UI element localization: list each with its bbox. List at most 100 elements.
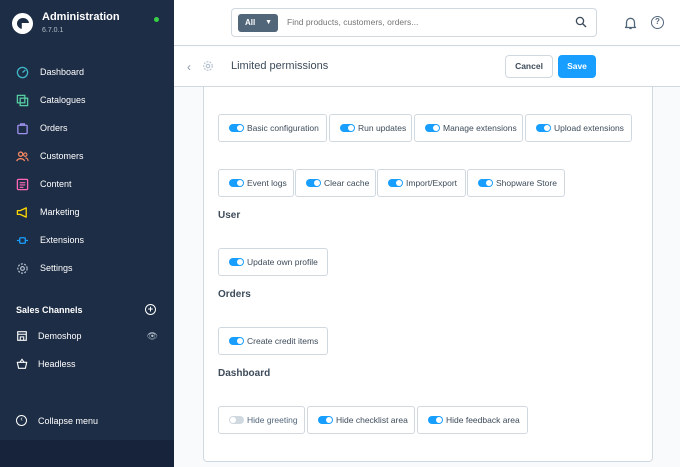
toggle-switch[interactable]	[229, 179, 244, 187]
shopping-bag-icon	[17, 122, 28, 134]
products-icon	[16, 94, 29, 106]
content-icon	[16, 178, 29, 190]
search-input[interactable]	[287, 17, 567, 27]
permission-label: Hide checklist area	[336, 415, 408, 425]
sales-channel-label: Headless	[38, 359, 76, 369]
eye-icon[interactable]: 👁	[147, 331, 158, 342]
app-title: Administration	[42, 11, 120, 23]
sidebar-item-orders[interactable]: Orders	[0, 114, 174, 142]
page-title: Limited permissions	[231, 60, 329, 72]
permission-import-export[interactable]: Import/Export	[377, 169, 466, 197]
toggle-switch[interactable]	[229, 337, 244, 345]
permission-label: Clear cache	[324, 178, 370, 188]
bell-icon[interactable]	[624, 16, 637, 30]
online-status-dot	[154, 17, 159, 22]
permission-hide-greeting[interactable]: Hide greeting	[218, 406, 305, 434]
permission-label: Hide greeting	[247, 415, 298, 425]
permission-label: Import/Export	[406, 178, 458, 188]
toggle-switch[interactable]	[318, 416, 333, 424]
brand: Administration 6.7.0.1	[12, 11, 120, 34]
toggle-switch[interactable]	[425, 124, 440, 132]
permission-event-logs[interactable]: Event logs	[218, 169, 294, 197]
toggle-switch[interactable]	[229, 258, 244, 266]
shopware-logo-icon[interactable]	[12, 13, 33, 34]
chevron-down-icon: ▼	[265, 19, 272, 26]
sidebar-item-extensions[interactable]: Extensions	[0, 226, 174, 254]
sidebar-item-label: Customers	[40, 151, 84, 161]
search-icon[interactable]	[575, 16, 587, 28]
sidebar-item-customers[interactable]: Customers	[0, 142, 174, 170]
permission-upload-extensions[interactable]: Upload extensions	[525, 114, 632, 142]
toggle-switch[interactable]	[536, 124, 551, 132]
sales-channels-label: Sales Channels	[16, 304, 83, 315]
sales-channel-demoshop[interactable]: Demoshop 👁	[16, 330, 158, 342]
users-icon	[16, 150, 29, 161]
main-nav: Dashboard Catalogues Orders Customers Co…	[0, 58, 174, 282]
back-chevron-icon[interactable]: ‹	[187, 60, 191, 74]
save-button[interactable]: Save	[558, 55, 596, 78]
global-search: All ▼	[231, 8, 597, 37]
collapse-menu-button[interactable]: ‹ Collapse menu	[16, 415, 98, 426]
smart-bar: ‹ Limited permissions Cancel Save	[174, 47, 680, 87]
sidebar-item-marketing[interactable]: Marketing	[0, 198, 174, 226]
toggle-switch[interactable]	[340, 124, 355, 132]
megaphone-icon	[16, 206, 27, 218]
search-type-dropdown[interactable]: All ▼	[238, 14, 278, 32]
permission-label: Update own profile	[247, 257, 318, 267]
gear-icon	[17, 262, 28, 274]
settings-gear-icon	[203, 61, 213, 71]
permission-label: Hide feedback area	[446, 415, 520, 425]
toggle-switch[interactable]	[229, 124, 244, 132]
sidebar-item-catalogues[interactable]: Catalogues	[0, 86, 174, 114]
permission-run-updates[interactable]: Run updates	[329, 114, 412, 142]
search-type-label: All	[245, 18, 256, 27]
permission-label: Create credit items	[247, 336, 319, 346]
permission-label: Run updates	[358, 123, 407, 133]
permission-label: Basic configuration	[247, 123, 319, 133]
toggle-switch[interactable]	[306, 179, 321, 187]
sidebar-footer	[0, 440, 174, 467]
permission-update-own-profile[interactable]: Update own profile	[218, 248, 328, 276]
permission-manage-extensions[interactable]: Manage extensions	[414, 114, 523, 142]
toggle-switch[interactable]	[428, 416, 443, 424]
toggle-switch[interactable]	[478, 179, 493, 187]
app-version: 6.7.0.1	[42, 27, 64, 34]
toggle-switch[interactable]	[388, 179, 403, 187]
cancel-button[interactable]: Cancel	[505, 55, 553, 78]
chevron-left-icon: ‹	[16, 415, 27, 426]
permission-label: Upload extensions	[554, 123, 624, 133]
permission-hide-checklist-area[interactable]: Hide checklist area	[307, 406, 415, 434]
permission-basic-configuration[interactable]: Basic configuration	[218, 114, 327, 142]
basket-icon	[16, 358, 28, 369]
plug-icon	[16, 236, 29, 244]
sales-channel-headless[interactable]: Headless	[16, 358, 158, 370]
help-icon[interactable]: ?	[651, 16, 664, 29]
permission-label: Event logs	[247, 178, 287, 188]
permission-clear-cache[interactable]: Clear cache	[295, 169, 376, 197]
permission-hide-feedback-area[interactable]: Hide feedback area	[417, 406, 528, 434]
gauge-icon	[16, 66, 29, 78]
section-title-user: User	[218, 210, 241, 221]
top-bar: All ▼ ?	[174, 0, 680, 46]
sidebar-item-label: Catalogues	[40, 95, 86, 105]
sidebar-item-label: Orders	[40, 123, 68, 133]
sidebar-item-content[interactable]: Content	[0, 170, 174, 198]
permission-shopware-store[interactable]: Shopware Store	[467, 169, 565, 197]
sidebar-item-dashboard[interactable]: Dashboard	[0, 58, 174, 86]
section-title-orders: Orders	[218, 289, 251, 300]
toggle-switch[interactable]	[229, 416, 244, 424]
collapse-menu-label: Collapse menu	[38, 415, 99, 426]
section-title-dashboard: Dashboard	[218, 368, 271, 379]
add-sales-channel-icon[interactable]: +	[145, 304, 156, 315]
sidebar-item-settings[interactable]: Settings	[0, 254, 174, 282]
sidebar-item-label: Settings	[40, 263, 73, 273]
permission-label: Shopware Store	[496, 178, 557, 188]
permission-label: Manage extensions	[443, 123, 517, 133]
sidebar-item-label: Content	[40, 179, 72, 189]
sidebar-item-label: Dashboard	[40, 67, 85, 77]
sales-channels-header: Sales Channels +	[16, 304, 156, 315]
sidebar-item-label: Extensions	[40, 235, 85, 245]
admin-sidebar: Administration 6.7.0.1 Dashboard Catalog…	[0, 0, 174, 467]
permission-create-credit-items[interactable]: Create credit items	[218, 327, 328, 355]
sales-channel-label: Demoshop	[38, 331, 82, 341]
